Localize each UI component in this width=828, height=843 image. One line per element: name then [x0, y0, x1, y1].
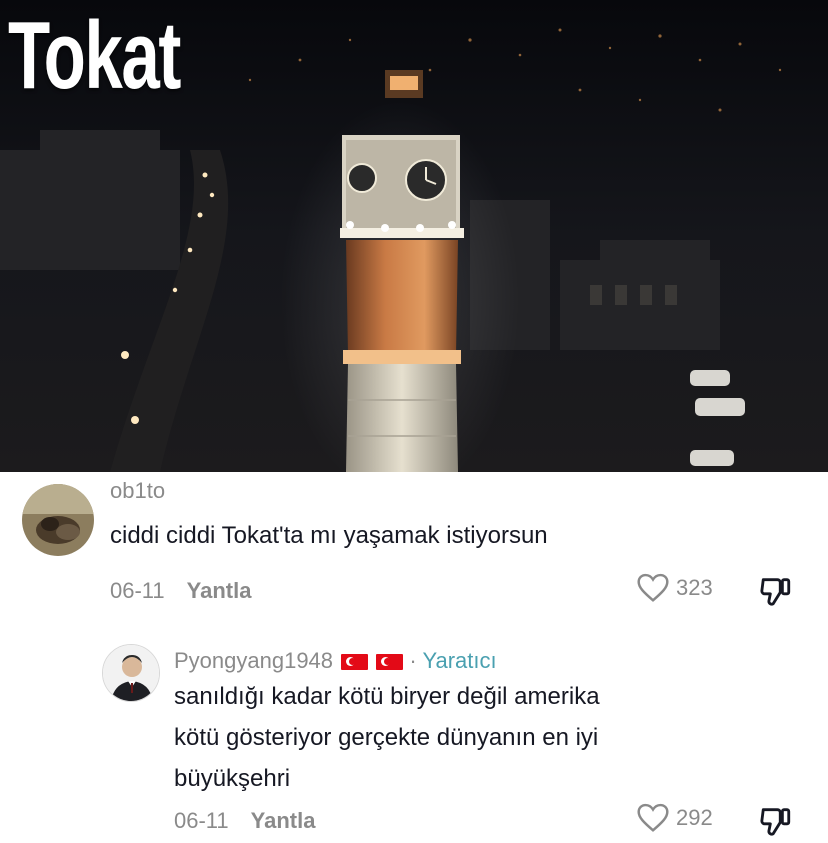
comment-meta: 06-11 Yantla — [110, 578, 251, 604]
video-frame[interactable]: Tokat — [0, 0, 828, 472]
dog-avatar-icon — [22, 484, 94, 556]
dislike-button[interactable] — [758, 574, 794, 613]
video-overlay-title: Tokat — [8, 2, 181, 109]
comment-item: ob1to ciddi ciddi Tokat'ta mı yaşamak is… — [0, 472, 828, 622]
like-button[interactable]: 323 — [636, 573, 713, 603]
turkey-flag-icon — [376, 654, 404, 671]
reply-username-row: Pyongyang1948 · Yaratıcı — [174, 648, 497, 674]
reply-meta: 06-11 Yantla — [174, 808, 315, 834]
reply-username[interactable]: Pyongyang1948 — [174, 648, 333, 673]
reply-reply-button[interactable]: Yantla — [251, 808, 316, 833]
like-count: 323 — [676, 575, 713, 600]
reply-like-button[interactable]: 292 — [636, 803, 713, 833]
man-in-suit-avatar-icon — [103, 645, 159, 701]
reply-text-line: kötü gösteriyor gerçekte dünyanın en iyi — [174, 724, 599, 751]
reply-date: 06-11 — [174, 808, 229, 833]
reply-text-line: büyükşehri — [174, 765, 291, 792]
comment-text: ciddi ciddi Tokat'ta mı yaşamak istiyors… — [110, 522, 548, 549]
heart-icon — [637, 803, 669, 832]
comment-username[interactable]: ob1to — [110, 478, 165, 504]
commenter-avatar[interactable] — [22, 484, 94, 556]
reply-text-line: sanıldığı kadar kötü biryer değil amerik… — [174, 683, 600, 710]
turkey-flag-icon — [341, 654, 369, 671]
reply-button[interactable]: Yantla — [187, 578, 252, 603]
heart-icon — [637, 573, 669, 602]
separator-dot: · — [409, 648, 417, 673]
thumbs-down-icon — [760, 808, 791, 836]
creator-badge: Yaratıcı — [422, 648, 497, 673]
reply-text: sanıldığı kadar kötü biryer değil amerik… — [174, 676, 794, 799]
reply-like-count: 292 — [676, 805, 713, 830]
reply-avatar[interactable] — [102, 644, 160, 702]
thumbs-down-icon — [760, 578, 791, 606]
reply-item: Pyongyang1948 · Yaratıcı sanıldığı kadar… — [0, 640, 828, 836]
reply-dislike-button[interactable] — [758, 804, 794, 843]
comment-date: 06-11 — [110, 578, 165, 603]
